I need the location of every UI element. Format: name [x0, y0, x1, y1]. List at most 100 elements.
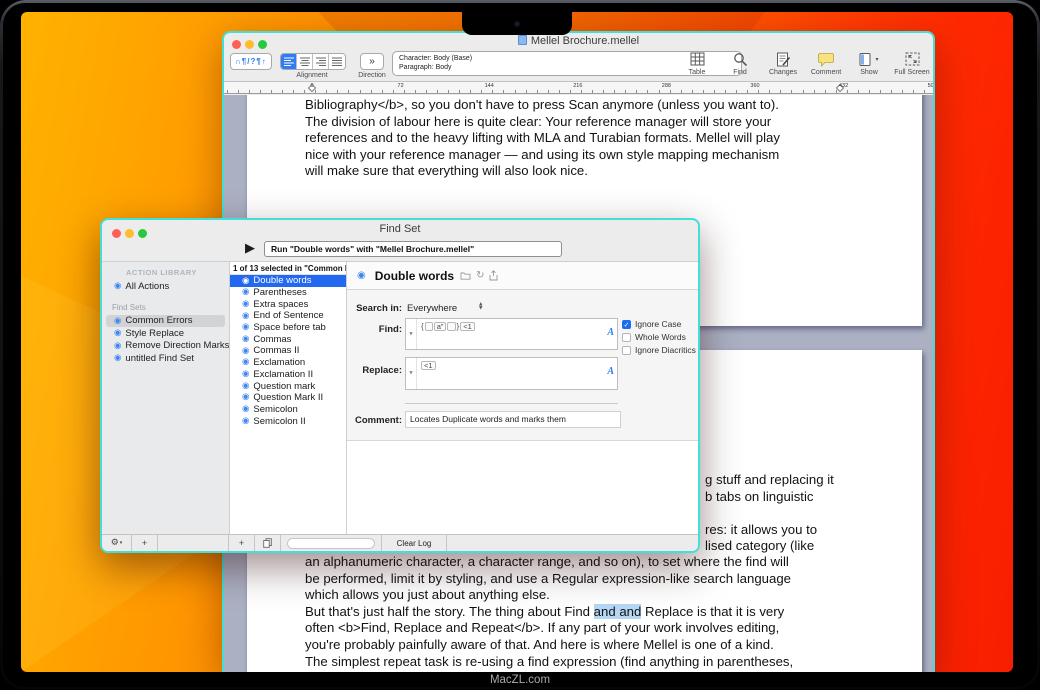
alignment-label: Alignment: [296, 72, 328, 79]
fullscreen-button[interactable]: Full Screen: [894, 50, 930, 76]
list-item-double-words[interactable]: ◉ Double words: [230, 275, 346, 287]
character-style-control[interactable]: ∩¶/?¶↑: [230, 53, 272, 70]
ruler-number: 72: [397, 83, 404, 89]
fullscreen-icon: [905, 50, 920, 68]
checkbox-ignore-case[interactable]: ✓ Ignore Case: [622, 319, 681, 329]
find-action-icon: ◉: [242, 392, 250, 403]
checkbox-box[interactable]: [622, 332, 631, 342]
search-in-value[interactable]: Everywhere: [407, 303, 457, 314]
ruler-tick: [592, 90, 594, 93]
list-item-label: End of Sentence: [253, 310, 324, 322]
direction-button[interactable]: »: [360, 53, 384, 70]
align-left-button[interactable]: [281, 54, 297, 69]
find-action-icon: ◉: [242, 287, 250, 298]
doc-line-with-match: But that's just half the story. The thin…: [305, 603, 793, 621]
doc-line: res: it allows you to: [705, 521, 818, 537]
sidebar-item-common-errors[interactable]: ◉ Common Errors: [106, 314, 225, 327]
expression-token: [447, 322, 456, 331]
checkbox-whole-words[interactable]: Whole Words: [622, 332, 686, 342]
dropdown-triangle-icon[interactable]: ▼: [406, 358, 417, 389]
styled-text-icon[interactable]: A: [607, 366, 614, 377]
share-icon[interactable]: [489, 270, 498, 281]
ruler-tick: [857, 90, 859, 93]
run-action-button[interactable]: Run "Double words" with "Mellel Brochure…: [264, 241, 562, 257]
sidebar-item-remove-direction-marks[interactable]: ◉ Remove Direction Marks: [106, 340, 229, 353]
comment-label: Comment:: [355, 415, 402, 426]
add-action-button[interactable]: +: [229, 535, 255, 551]
log-filter-field[interactable]: [287, 537, 375, 549]
comment-button[interactable]: Comment: [809, 50, 843, 76]
ruler-tick: [525, 90, 527, 93]
checkbox-box[interactable]: [622, 345, 631, 355]
main-toolbar: ∩¶/?¶↑ » Alignment Direction Character: …: [224, 48, 933, 81]
page1-text[interactable]: Bibliography</b>, so you don't have to p…: [305, 97, 780, 180]
dialog-titlebar[interactable]: Find Set: [102, 220, 698, 238]
styled-text-icon[interactable]: A: [607, 327, 614, 338]
checkbox-label: Ignore Diacritics: [635, 345, 696, 355]
find-expression-field[interactable]: ▼ { a” } <1 A: [405, 318, 618, 350]
ruler-tick: [680, 90, 682, 93]
align-justify-button[interactable]: [329, 54, 345, 69]
ruler-tick: [813, 90, 815, 93]
doc-line: you're probably painfully aware of that.…: [305, 636, 774, 652]
ruler-tick: [891, 90, 893, 93]
duplicate-button[interactable]: [255, 535, 281, 551]
list-item-commas-ii[interactable]: ◉ Commas II: [230, 345, 346, 357]
ruler-tick: [569, 90, 571, 93]
list-item-commas[interactable]: ◉ Commas: [230, 333, 346, 345]
find-action-icon: ◉: [242, 310, 250, 321]
ruler-tick: [514, 90, 516, 93]
list-item-question-mark-ii[interactable]: ◉ Question Mark II: [230, 392, 346, 404]
sidebar-item-untitled-find-set[interactable]: ◉ untitled Find Set: [106, 352, 225, 365]
sidebar-item-all-actions[interactable]: ◉ All Actions: [106, 280, 225, 293]
list-item-space-before-tab[interactable]: ◉ Space before tab: [230, 322, 346, 334]
align-center-button[interactable]: [297, 54, 313, 69]
changes-button[interactable]: Changes: [766, 50, 800, 76]
window-title: Mellel Brochure.mellel: [224, 35, 933, 47]
list-item-parentheses[interactable]: ◉ Parentheses: [230, 287, 346, 299]
list-item-exclamation-ii[interactable]: ◉ Exclamation II: [230, 369, 346, 381]
ruler[interactable]: 0 72 144 216 288 360 432 504: [224, 81, 933, 94]
find-button[interactable]: Find: [723, 50, 757, 76]
sidebar-item-label: Style Replace: [125, 327, 185, 339]
ruler-tick: [713, 90, 715, 93]
list-item-label: Question mark: [253, 380, 316, 392]
changes-icon: [776, 50, 791, 68]
sidebar-item-style-replace[interactable]: ◉ Style Replace: [106, 327, 225, 340]
list-selection-status: 1 of 13 selected in "Common E…: [230, 262, 346, 275]
log-area: [347, 440, 698, 534]
run-play-button[interactable]: ▶: [245, 240, 255, 258]
clear-log-button[interactable]: Clear Log: [381, 535, 447, 551]
ruler-tick: [414, 90, 416, 93]
doc-line: [705, 505, 834, 522]
main-titlebar[interactable]: Mellel Brochure.mellel: [224, 33, 933, 49]
align-right-button[interactable]: [313, 54, 329, 69]
list-item-end-of-sentence[interactable]: ◉ End of Sentence: [230, 310, 346, 322]
refresh-icon[interactable]: ↻: [476, 270, 484, 281]
doc-text: But that's just half the story. The thin…: [305, 603, 594, 619]
list-item-exclamation[interactable]: ◉ Exclamation: [230, 357, 346, 369]
list-item-semicolon-ii[interactable]: ◉ Semicolon II: [230, 415, 346, 427]
page2-text-fragments[interactable]: g stuff and replacing it b tabs on lingui…: [705, 472, 834, 555]
comment-field[interactable]: Locates Duplicate words and marks them: [405, 411, 621, 428]
gear-menu-button[interactable]: ⚙ ▾: [102, 535, 132, 551]
ruler-tick: [547, 90, 549, 93]
checkbox-ignore-diacritics[interactable]: Ignore Diacritics: [622, 345, 696, 355]
page2-text[interactable]: an alphanumeric character, a character r…: [305, 554, 793, 670]
list-item-question-mark[interactable]: ◉ Question mark: [230, 380, 346, 392]
detail-title: Double words: [374, 268, 455, 283]
search-in-stepper[interactable]: ▲ ▼: [479, 302, 482, 311]
list-item-semicolon[interactable]: ◉ Semicolon: [230, 404, 346, 416]
table-button[interactable]: Table: [680, 50, 714, 76]
dialog-title: Find Set: [379, 223, 421, 235]
alignment-segmented-control: [280, 53, 346, 70]
action-icon: ◉: [114, 281, 122, 291]
checkbox-box[interactable]: ✓: [622, 319, 631, 329]
dropdown-triangle-icon[interactable]: ▼: [406, 319, 417, 349]
add-find-set-button[interactable]: +: [132, 535, 158, 551]
ruler-tick: [492, 90, 494, 93]
folder-icon[interactable]: [460, 271, 471, 280]
list-item-extra-spaces[interactable]: ◉ Extra spaces: [230, 298, 346, 310]
show-button[interactable]: ▾ Show: [852, 50, 886, 76]
replace-expression-field[interactable]: ▼ <1 A: [405, 357, 618, 390]
